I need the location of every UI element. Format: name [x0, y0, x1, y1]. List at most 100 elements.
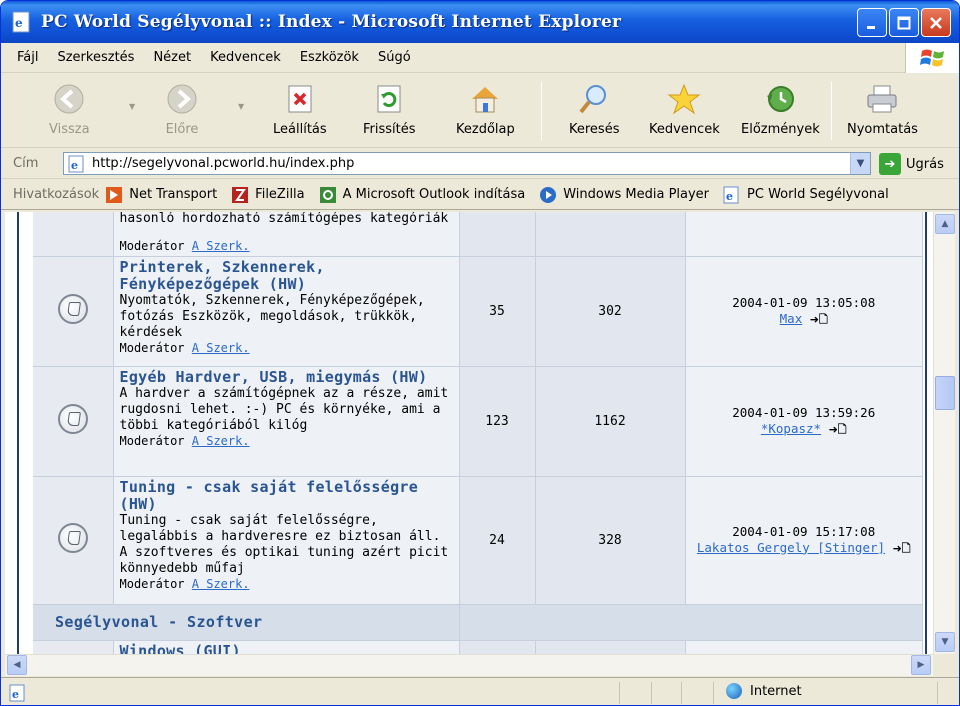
last-post-date: 2004-01-09 13:05:08	[732, 294, 876, 310]
printer-icon	[867, 85, 897, 113]
minimize-button[interactable]	[857, 8, 887, 37]
link-pc-world[interactable]: e PC World Segélyvonal	[723, 186, 889, 204]
horizontal-scrollbar[interactable]: ◀ ▶	[5, 654, 933, 676]
back-dropdown-icon[interactable]: ▼	[129, 102, 135, 111]
go-button[interactable]: ➔ Ugrás	[879, 153, 944, 175]
history-icon	[767, 86, 795, 112]
go-to-last-post-icon[interactable]: ➜🗋	[810, 313, 828, 326]
go-label: Ugrás	[906, 156, 944, 172]
posts-count: 328	[535, 476, 686, 605]
forum-title-link[interactable]: Printerek, Szkennerek, Fényképezőgépek (…	[120, 258, 453, 293]
history-label: Előzmények	[741, 122, 820, 137]
moderator-line: Moderátor A Szerk.	[119, 238, 250, 253]
moderator-link[interactable]: A Szerk.	[192, 341, 250, 355]
topics-count: 123	[459, 366, 536, 477]
window-title: PC World Segélyvonal :: Index - Microsof…	[41, 12, 622, 32]
scroll-up-button[interactable]: ▲	[935, 214, 955, 234]
search-label: Keresés	[569, 122, 620, 137]
link-net-transport[interactable]: Net Transport	[105, 186, 217, 204]
last-post-cell: 2004-01-09 13:59:26 *Kopasz* ➜🗋	[685, 366, 923, 477]
posts-count: 1162	[535, 366, 686, 477]
back-button[interactable]: Vissza	[49, 80, 90, 137]
forum-folder-icon	[57, 294, 88, 324]
refresh-button[interactable]: Frissítés	[363, 80, 416, 137]
last-post-user-link[interactable]: Lakatos Gergely [Stinger]	[697, 540, 885, 555]
print-button[interactable]: Nyomtatás	[847, 80, 918, 137]
table-row: Windows (GUI)	[33, 640, 923, 654]
security-zone: Internet	[726, 683, 802, 699]
address-label: Cím	[13, 156, 39, 171]
address-input[interactable]: e http://segelyvonal.pcworld.hu/index.ph…	[63, 152, 871, 175]
table-row: Egyéb Hardver, USB, miegymás (HW) A hard…	[33, 366, 923, 477]
favorites-label: Kedvencek	[649, 122, 720, 137]
star-icon	[667, 83, 701, 115]
forum-table: hasonló hordozható számítógépes kategóri…	[33, 212, 923, 654]
vertical-scrollbar[interactable]: ▲ ▼	[933, 212, 955, 654]
close-button[interactable]	[921, 8, 951, 37]
refresh-icon	[377, 85, 401, 113]
home-button[interactable]: Kezdőlap	[456, 80, 515, 137]
moderator-link[interactable]: A Szerk.	[192, 577, 250, 591]
stop-button[interactable]: Leállítás	[273, 80, 327, 137]
maximize-button[interactable]	[889, 8, 919, 37]
menu-help[interactable]: Súgó	[378, 50, 411, 65]
stop-label: Leállítás	[273, 122, 327, 137]
scroll-right-button[interactable]: ▶	[911, 655, 931, 675]
last-post-user-link[interactable]: *Kopasz*	[761, 421, 821, 436]
link-label: Net Transport	[129, 187, 218, 202]
menu-file[interactable]: Fájl	[17, 50, 38, 65]
forward-dropdown-icon[interactable]: ▼	[238, 102, 244, 111]
forum-title-link[interactable]: Windows (GUI)	[120, 642, 453, 654]
close-icon	[930, 16, 942, 29]
search-button[interactable]: Keresés	[569, 80, 619, 137]
history-button[interactable]: Előzmények	[741, 80, 820, 137]
forward-button[interactable]: Előre	[163, 80, 201, 137]
address-dropdown-icon[interactable]: ▼	[850, 153, 870, 174]
menu-edit[interactable]: Szerkesztés	[57, 50, 134, 65]
link-label: FileZilla	[255, 187, 305, 202]
last-post-user-link[interactable]: Max	[780, 311, 803, 326]
menu-view[interactable]: Nézet	[153, 50, 191, 65]
last-post-date: 2004-01-09 15:17:08	[732, 523, 876, 539]
go-to-last-post-icon[interactable]: ➜🗋	[829, 423, 847, 436]
scroll-down-button[interactable]: ▼	[935, 632, 955, 652]
category-title-link[interactable]: Segélyvonal - Szoftver	[55, 613, 262, 631]
last-post-date: 2004-01-09 13:59:26	[732, 404, 876, 420]
svg-text:e: e	[15, 16, 23, 30]
link-label: PC World Segélyvonal	[747, 187, 889, 202]
table-row: hasonló hordozható számítógépes kategóri…	[33, 212, 923, 257]
net-transport-icon	[106, 186, 123, 203]
moderator-line: Moderátor A Szerk.	[119, 576, 250, 591]
forum-description: Tuning - csak saját felelősségre, legalá…	[119, 512, 449, 576]
link-label: Windows Media Player	[563, 187, 710, 202]
outlook-icon	[319, 186, 336, 203]
ie-page-icon: e	[9, 684, 25, 702]
moderator-link[interactable]: A Szerk.	[192, 434, 250, 448]
favorites-button[interactable]: Kedvencek	[649, 80, 720, 137]
go-to-last-post-icon[interactable]: ➜🗋	[893, 542, 911, 555]
vertical-scroll-thumb[interactable]	[935, 376, 955, 410]
links-bar: Hivatkozások Net Transport FileZilla A M…	[1, 180, 959, 210]
scroll-left-button[interactable]: ◀	[7, 655, 27, 675]
standard-toolbar: Vissza ▼ Előre ▼ Leállítás Frissítés Kez…	[1, 74, 959, 148]
moderator-link[interactable]: A Szerk.	[192, 239, 250, 253]
go-arrow-icon: ➔	[879, 153, 901, 175]
last-post-cell: 2004-01-09 13:05:08 Max ➜🗋	[685, 256, 923, 367]
menu-favorites[interactable]: Kedvencek	[210, 50, 281, 65]
svg-text:e: e	[726, 190, 733, 203]
windows-flag-icon	[919, 49, 944, 67]
link-outlook[interactable]: A Microsoft Outlook indítása	[319, 186, 526, 204]
topics-count: 35	[459, 256, 536, 367]
link-filezilla[interactable]: FileZilla	[231, 186, 305, 204]
ie-page-icon: e	[723, 186, 739, 203]
back-arrow-icon	[54, 84, 84, 114]
link-windows-media-player[interactable]: Windows Media Player	[539, 186, 709, 204]
svg-text:e: e	[12, 688, 19, 701]
title-bar: e PC World Segélyvonal :: Index - Micros…	[1, 1, 959, 43]
forum-title-link[interactable]: Egyéb Hardver, USB, miegymás (HW)	[120, 368, 453, 386]
globe-icon	[726, 683, 742, 699]
forum-title-link[interactable]: Tuning - csak saját felelősségre (HW)	[120, 478, 453, 513]
menu-tools[interactable]: Eszközök	[300, 50, 359, 65]
link-label: A Microsoft Outlook indítása	[342, 187, 526, 202]
category-row: Segélyvonal - Szoftver	[33, 604, 923, 641]
